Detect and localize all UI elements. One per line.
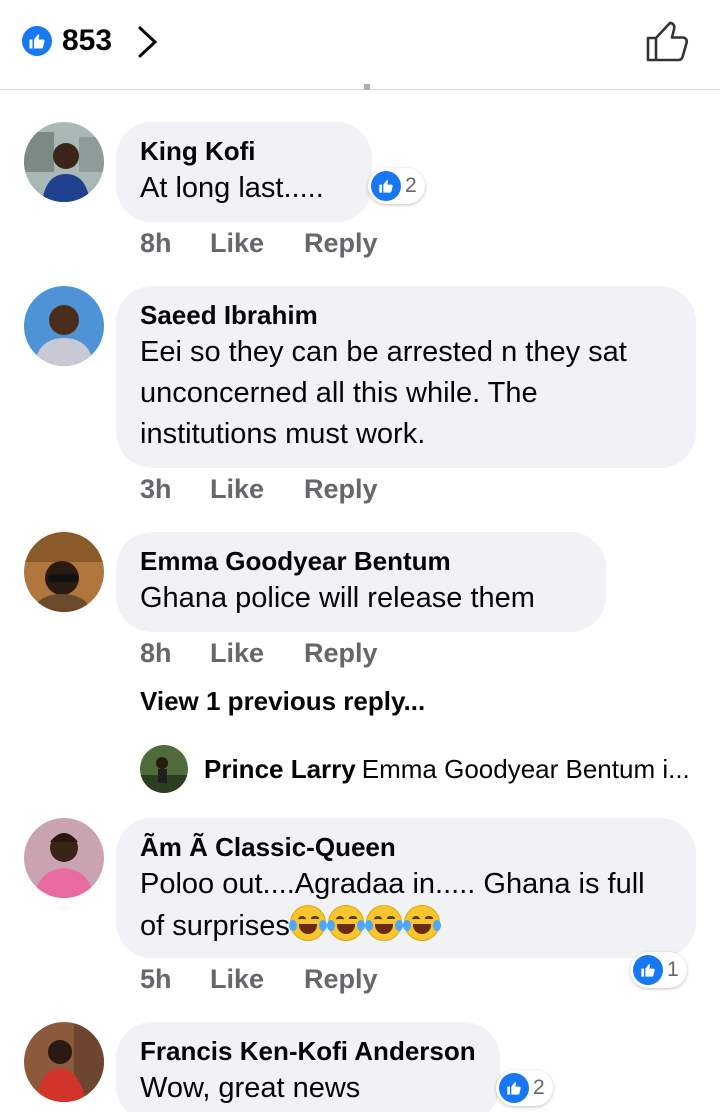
avatar[interactable] [24,532,104,612]
comment-text: Wow, great news [140,1072,361,1104]
avatar[interactable] [24,1022,104,1102]
reply-button[interactable]: Reply [304,228,378,259]
comment-bubble[interactable]: Emma Goodyear Bentum Ghana police will r… [116,532,606,632]
comment-bubble[interactable]: Ãm Ã Classic-Queen Poloo out....Agradaa … [116,818,696,958]
like-icon [371,171,401,201]
comment-bubble[interactable]: Saeed Ibrahim Eei so they can be arreste… [116,286,696,468]
reaction-number: 2 [405,174,417,197]
comment-meta: 8h Like Reply [140,228,418,259]
comment-bubble[interactable]: Francis Ken-Kofi Anderson Wow, great new… [116,1022,500,1112]
like-icon [22,26,52,56]
reaction-number: 1 [667,958,679,981]
commenter-name[interactable]: Francis Ken-Kofi Anderson [140,1034,476,1068]
reply-button[interactable]: Reply [304,638,378,669]
like-button[interactable]: Like [210,638,264,669]
like-icon [499,1073,529,1103]
reply-text: Emma Goodyear Bentum i... [361,754,690,784]
comment-meta: 5h Like Reply [140,964,418,995]
view-previous-replies-link[interactable]: View 1 previous reply... [140,686,425,717]
commenter-name[interactable]: Emma Goodyear Bentum [140,544,582,578]
avatar[interactable] [24,818,104,898]
chevron-right-icon[interactable] [136,25,160,59]
avatar[interactable] [24,122,104,202]
avatar[interactable] [24,286,104,366]
comment-meta: 8h Like Reply [140,638,418,669]
reaction-count[interactable]: 2 [368,168,425,204]
comment-time: 3h [140,474,172,504]
avatar[interactable] [140,745,188,793]
like-count[interactable]: 853 [62,24,112,58]
reply-button[interactable]: Reply [304,964,378,995]
comment-text: Poloo out....Agradaa in..... Ghana is fu… [140,864,672,947]
reply-author[interactable]: Prince Larry [204,754,356,784]
commenter-name[interactable]: King Kofi [140,134,348,168]
comment-bubble[interactable]: King Kofi At long last..... [116,122,372,222]
thumbs-up-outline-icon[interactable] [644,20,690,64]
laughing-emoji-icon [288,905,442,942]
comment-text: Ghana police will release them [140,582,535,614]
comment-meta: 3h Like Reply [140,474,418,505]
like-button[interactable]: Like [210,228,264,259]
reply-button[interactable]: Reply [304,474,378,505]
commenter-name[interactable]: Ãm Ã Classic-Queen [140,830,672,864]
reaction-count[interactable]: 1 [630,952,687,988]
commenter-name[interactable]: Saeed Ibrahim [140,298,672,332]
reaction-count[interactable]: 2 [496,1070,553,1106]
reply-preview[interactable]: Prince Larry Emma Goodyear Bentum i... [204,754,690,785]
comment-time: 8h [140,638,172,668]
comment-time: 5h [140,964,172,994]
comment-time: 8h [140,228,172,258]
like-icon [633,955,663,985]
like-button[interactable]: Like [210,964,264,995]
reactions-header: 853 [0,0,720,90]
reaction-number: 2 [533,1076,545,1099]
comment-text: At long last..... [140,172,324,204]
clipped-previous-text [330,82,370,92]
comment-text: Eei so they can be arrested n they sat u… [140,336,627,450]
like-button[interactable]: Like [210,474,264,505]
